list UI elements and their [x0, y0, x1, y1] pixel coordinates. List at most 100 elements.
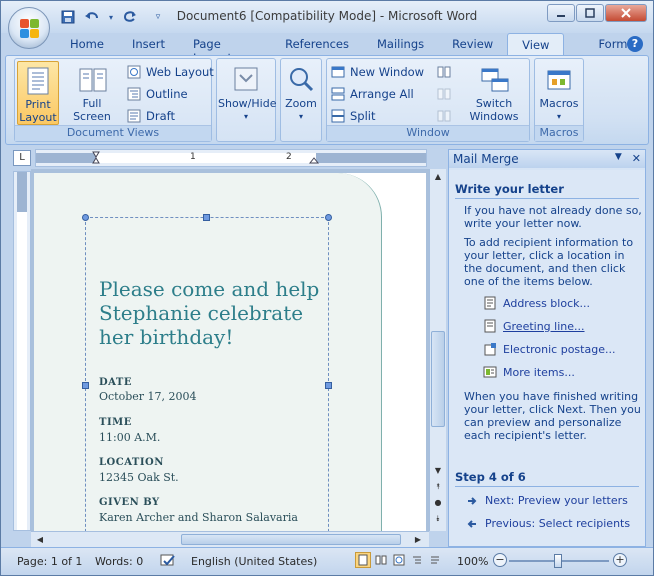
full-screen-reading-icon [78, 65, 107, 95]
tab-review[interactable]: Review [438, 33, 507, 55]
zoom-slider-knob[interactable] [554, 554, 562, 568]
tab-references[interactable]: References [271, 33, 363, 55]
document-page[interactable]: Please come and help Stephanie celebrate… [34, 173, 426, 533]
view-shortcuts [355, 552, 443, 568]
print-layout-button[interactable]: Print Layout [17, 61, 59, 125]
electronic-postage-link[interactable]: Electronic postage... [483, 342, 615, 356]
view-side-by-side-button[interactable] [437, 63, 451, 81]
next-page-icon[interactable]: ⯯ [431, 513, 445, 525]
pane-options-icon[interactable]: ▼ [615, 152, 622, 165]
draft-view-icon[interactable] [427, 552, 443, 568]
horizontal-scroll-thumb[interactable] [181, 534, 401, 545]
resize-handle-tc[interactable] [203, 214, 210, 221]
maximize-button[interactable] [576, 4, 604, 22]
new-window-label: New Window [350, 65, 425, 79]
web-layout-button[interactable]: Web Layout [127, 63, 214, 81]
tab-selector[interactable]: L [13, 150, 31, 166]
outline-view-icon[interactable] [409, 552, 425, 568]
show-hide-button[interactable]: Show/Hide ▾ [218, 61, 277, 125]
outline-label: Outline [146, 87, 188, 101]
time-label: TIME [99, 417, 132, 428]
macros-button[interactable]: Macros ▾ [536, 61, 582, 125]
address-block-link[interactable]: Address block... [483, 296, 590, 310]
more-items-icon [483, 366, 497, 378]
quick-access-toolbar: ▾ ▿ [59, 9, 167, 25]
resize-handle-tl[interactable] [82, 214, 89, 221]
outline-button[interactable]: Outline [127, 85, 188, 103]
zoom-magnifier-icon [287, 65, 315, 95]
scroll-right-icon[interactable]: ▶ [411, 534, 425, 546]
horizontal-ruler[interactable]: 1 2 [35, 149, 427, 167]
location-label: LOCATION [99, 457, 164, 468]
date-value: October 17, 2004 [99, 390, 197, 403]
tab-home[interactable]: Home [56, 33, 118, 55]
select-browse-object-icon[interactable]: ● [431, 497, 445, 509]
scroll-down-icon[interactable]: ▼ [431, 465, 445, 477]
ribbon: Print Layout Full Screen Reading Web Lay… [5, 55, 649, 145]
given-by-value: Karen Archer and Sharon Salavaria [99, 511, 298, 524]
scroll-up-icon[interactable]: ▲ [431, 171, 445, 183]
greeting-line-link[interactable]: Greeting line... [483, 319, 585, 333]
undo-dropdown-icon[interactable]: ▾ [107, 9, 115, 25]
minimize-button[interactable] [547, 4, 575, 22]
group-document-views: Print Layout Full Screen Reading Web Lay… [14, 58, 214, 142]
pane-body: Write your letter If you have not alread… [449, 170, 645, 546]
web-layout-view-icon[interactable] [391, 552, 407, 568]
zoom-button[interactable]: Zoom ▾ [282, 61, 320, 125]
arrange-all-label: Arrange All [350, 87, 414, 101]
resize-handle-mr[interactable] [325, 382, 332, 389]
draft-button[interactable]: Draft [127, 107, 175, 125]
full-screen-reading-button[interactable]: Full Screen Reading [63, 61, 121, 136]
address-block-icon [484, 296, 496, 310]
zoom-out-icon[interactable]: − [493, 553, 507, 567]
undo-icon[interactable] [83, 9, 101, 25]
arrange-all-button[interactable]: Arrange All [331, 85, 414, 103]
office-button[interactable] [8, 7, 50, 49]
new-window-button[interactable]: New Window [331, 63, 424, 81]
word-count[interactable]: Words: 0 [95, 555, 143, 568]
split-button[interactable]: Split [331, 107, 376, 125]
mail-merge-pane: Mail Merge ▼ ✕ Write your letter If you … [448, 149, 646, 547]
tab-insert[interactable]: Insert [118, 33, 179, 55]
date-label: DATE [99, 377, 132, 388]
zoom-level[interactable]: 100% [457, 555, 488, 568]
resize-handle-ml[interactable] [82, 382, 89, 389]
tab-mailings[interactable]: Mailings [363, 33, 438, 55]
next-step-label: Next: Preview your letters [485, 494, 628, 507]
language-indicator[interactable]: English (United States) [191, 555, 317, 568]
ruler-ticks [36, 151, 426, 164]
resize-handle-tr[interactable] [325, 214, 332, 221]
save-icon[interactable] [59, 9, 77, 25]
word-window: Document6 [Compatibility Mode] - Microso… [0, 0, 654, 576]
next-step-link[interactable]: Next: Preview your letters [467, 494, 628, 507]
switch-windows-button[interactable]: Switch Windows [461, 61, 527, 125]
customize-qat-icon[interactable]: ▿ [149, 9, 167, 25]
vertical-scrollbar[interactable]: ▲ ▼ ⯭ ● ⯯ [429, 169, 446, 531]
zoom-in-icon[interactable]: + [613, 553, 627, 567]
page-count[interactable]: Page: 1 of 1 [17, 555, 82, 568]
reset-window-position-icon [437, 110, 451, 122]
print-layout-view-icon[interactable] [355, 552, 371, 568]
show-hide-label: Show/Hide [218, 97, 277, 110]
more-items-link[interactable]: More items... [483, 365, 575, 379]
arrange-all-icon [331, 87, 345, 101]
proofing-icon[interactable] [159, 553, 177, 572]
previous-page-icon[interactable]: ⯭ [431, 481, 445, 493]
horizontal-scrollbar[interactable]: ◀ ▶ [31, 531, 429, 547]
pane-close-icon[interactable]: ✕ [632, 152, 641, 165]
title-bar: Document6 [Compatibility Mode] - Microso… [1, 1, 653, 33]
zoom-slider[interactable] [509, 554, 609, 568]
full-screen-reading-view-icon[interactable] [373, 552, 389, 568]
intro-text: If you have not already done so, write y… [464, 204, 642, 230]
vertical-ruler[interactable] [13, 171, 31, 531]
vertical-scroll-thumb[interactable] [431, 331, 445, 427]
macros-icon [545, 65, 573, 95]
tab-view[interactable]: View [507, 33, 565, 55]
help-icon[interactable]: ? [627, 36, 643, 52]
redo-icon[interactable] [121, 9, 139, 25]
close-button[interactable] [605, 4, 647, 22]
text-box[interactable] [85, 217, 329, 533]
tab-page-layout[interactable]: Page Layout [179, 33, 271, 65]
previous-step-link[interactable]: Previous: Select recipients [467, 517, 630, 530]
scroll-left-icon[interactable]: ◀ [33, 534, 47, 546]
